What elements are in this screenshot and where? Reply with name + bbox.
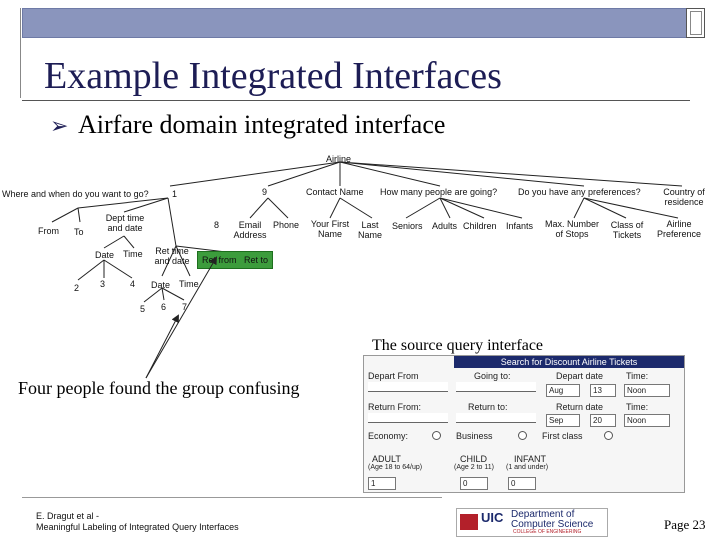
tree-node-airline-pref: Airline Preference [656, 219, 702, 239]
tree-node-contact: Contact Name [306, 187, 364, 197]
adult-label: ADULT [372, 454, 401, 464]
adult-count-select[interactable]: 1 [368, 477, 396, 490]
economy-radio[interactable] [432, 431, 441, 440]
business-radio[interactable] [518, 431, 527, 440]
tree-node-time-2: Time [179, 279, 199, 289]
going-to-input[interactable] [456, 382, 536, 392]
first-class-label: First class [542, 431, 583, 441]
tree-node-date: Date [95, 250, 115, 260]
tree-node-dept: Dept time and date [105, 213, 145, 233]
tree-node-time: Time [123, 249, 143, 259]
logo-uic: UIC [481, 510, 504, 525]
economy-label: Economy: [368, 431, 409, 441]
child-age-label: (Age 2 to 11) [454, 464, 494, 471]
return-day-select[interactable]: 20 [590, 414, 616, 427]
adult-age-label: (Age 18 to 64/up) [368, 464, 423, 471]
tree-node-where-when: Where and when do you want to go? [2, 189, 149, 199]
tree-node-preferences: Do you have any preferences? [518, 187, 641, 197]
tree-node-adults: Adults [432, 221, 458, 231]
tree-node-airline: Airline [326, 154, 352, 164]
tree-node-ret-to: Ret to [244, 255, 269, 265]
infant-age-label: (1 and under) [506, 464, 549, 471]
tree-node-last-name: Last Name [357, 220, 382, 240]
depart-month-select[interactable]: Aug [546, 384, 580, 397]
title-rule [22, 100, 690, 101]
tree-node-seniors: Seniors [392, 221, 423, 231]
tree-node-from: From [38, 226, 59, 236]
logo-department: Department of Computer Science [511, 510, 593, 530]
top-bar [22, 8, 688, 38]
footer-authors: E. Dragut et al - [36, 511, 100, 521]
uic-crest-icon [460, 514, 478, 530]
tree-number-6: 6 [161, 302, 167, 312]
logo-college: COLLEGE OF ENGINEERING [513, 529, 582, 535]
form-header: Search for Discount Airline Tickets [454, 356, 684, 368]
source-caption: The source query interface [372, 337, 544, 354]
return-month-select[interactable]: Sep [546, 414, 580, 427]
tree-node-children: Children [463, 221, 497, 231]
tree-node-class: Class of Tickets [610, 220, 644, 240]
tree-node-first-name: Your First Name [310, 219, 350, 239]
going-to-label: Going to: [474, 371, 511, 381]
tree-number-7: 7 [182, 302, 188, 312]
uic-logo: UIC Department of Computer Science COLLE… [456, 508, 608, 537]
tree-node-email: Email Address [233, 220, 267, 240]
return-to-label: Return to: [468, 402, 508, 412]
first-class-radio[interactable] [604, 431, 613, 440]
depart-time-select[interactable]: Noon [624, 384, 670, 397]
bullet-text: Airfare domain integrated interface [78, 110, 446, 139]
return-time-select[interactable]: Noon [624, 414, 670, 427]
tree-number-3: 3 [100, 279, 106, 289]
time-label-2: Time: [626, 402, 649, 412]
depart-date-label: Depart date [556, 371, 604, 381]
tree-node-to: To [74, 227, 84, 237]
source-query-form: Search for Discount Airline Tickets Depa… [363, 355, 685, 493]
slide-title: Example Integrated Interfaces [44, 55, 502, 97]
child-label: CHILD [460, 454, 488, 464]
return-from-input[interactable] [368, 413, 448, 423]
tree-node-infants: Infants [506, 221, 534, 231]
depart-from-label: Depart From [368, 371, 419, 381]
return-from-label: Return From: [368, 402, 422, 412]
depart-from-input[interactable] [368, 382, 448, 392]
confusing-note: Four people found the group confusing [18, 378, 300, 398]
tree-number-9: 9 [262, 187, 268, 197]
child-count-select[interactable]: 0 [460, 477, 488, 490]
time-label: Time: [626, 371, 649, 381]
left-divider [20, 8, 21, 98]
tree-node-ret-from: Ret from [202, 255, 237, 265]
corner-box-inner [690, 11, 702, 35]
tree-node-ret-time-date: Ret time and date [154, 246, 190, 266]
tree-node-country: Country of residence [663, 187, 705, 207]
arrow-bullet-icon: ➢ [50, 113, 69, 138]
tree-number-1: 1 [172, 189, 178, 199]
tree-number-2: 2 [74, 283, 80, 293]
ret-group-highlight: Ret from Ret to [197, 251, 273, 269]
tree-node-how-many: How many people are going? [380, 187, 498, 197]
tree-number-5: 5 [140, 304, 146, 314]
footer-citation: E. Dragut et al - Meaningful Labeling of… [36, 511, 239, 533]
tree-node-max-stops: Max. Number of Stops [544, 219, 599, 239]
page-number: Page 23 [664, 517, 706, 532]
tree-number-4: 4 [130, 279, 136, 289]
depart-day-select[interactable]: 13 [590, 384, 616, 397]
tree-number-8: 8 [214, 220, 220, 230]
return-to-input[interactable] [456, 413, 536, 423]
footer-paper-title: Meaningful Labeling of Integrated Query … [36, 522, 239, 532]
footer-rule [22, 497, 442, 498]
return-date-label: Return date [556, 402, 604, 412]
business-label: Business [456, 431, 493, 441]
tree-node-date-2: Date [151, 280, 171, 290]
tree-node-phone: Phone [273, 220, 300, 230]
infant-count-select[interactable]: 0 [508, 477, 536, 490]
infant-label: INFANT [514, 454, 547, 464]
